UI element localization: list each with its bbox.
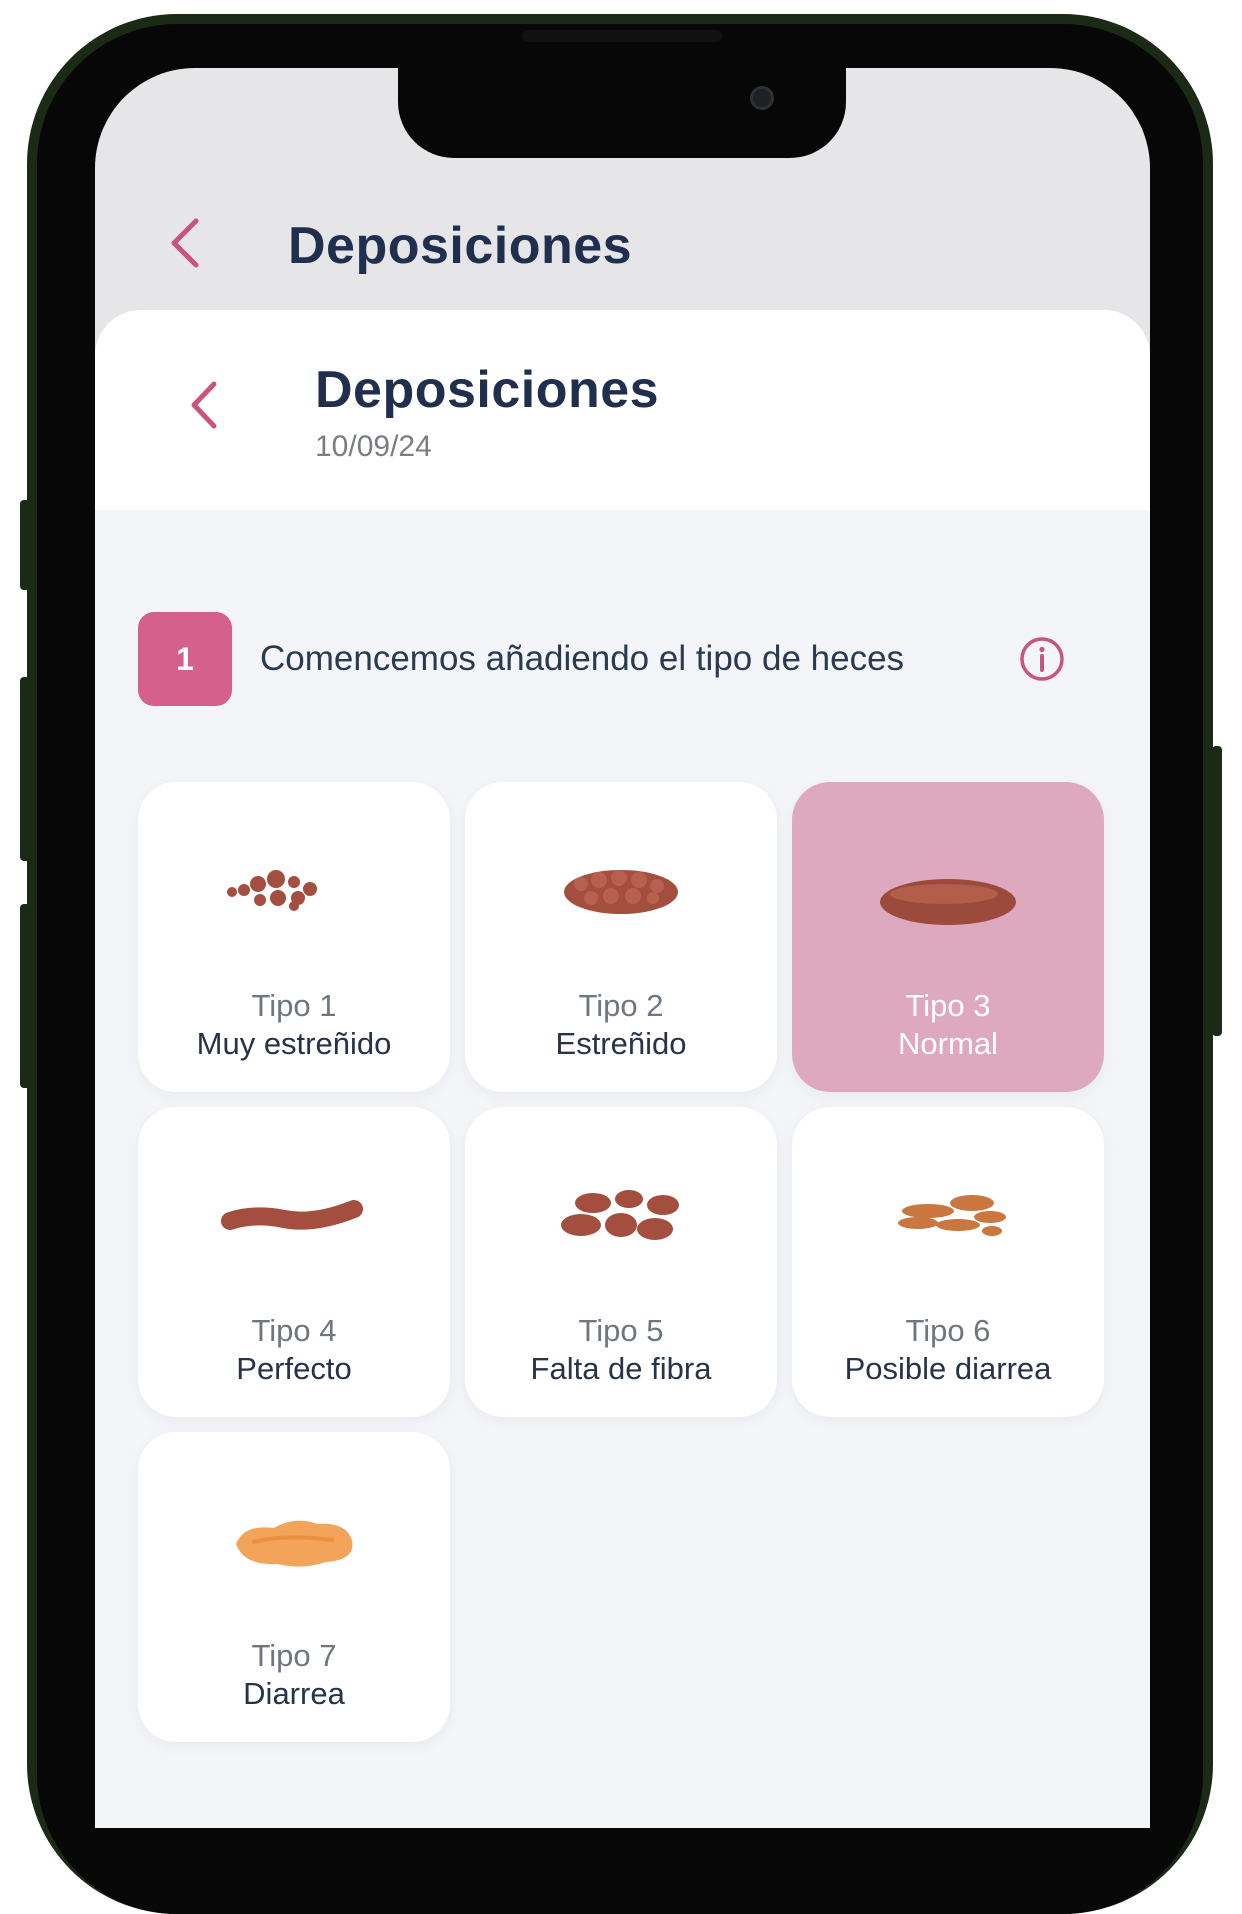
step-instruction: Comencemos añadiendo el tipo de heces — [260, 639, 905, 678]
stool-type-card-1[interactable]: Tipo 1 Muy estreñido — [138, 782, 450, 1092]
stool-type-label: Normal — [898, 1026, 998, 1061]
watery-icon — [214, 1484, 374, 1594]
lumpy-sausage-icon — [541, 834, 701, 944]
stool-type-label: Estreñido — [555, 1026, 687, 1061]
stool-type-label: Muy estreñido — [196, 1026, 392, 1061]
stool-type-number: Tipo 7 — [251, 1638, 337, 1673]
earpiece-speaker — [522, 30, 722, 42]
stool-type-grid: Tipo 1 Muy estreñido Tipo 2 Estreñido Ti… — [138, 782, 1108, 1742]
stool-type-card-6[interactable]: Tipo 6 Posible diarrea — [792, 1107, 1104, 1417]
stool-type-label: Posible diarrea — [844, 1351, 1052, 1386]
stool-type-card-3[interactable]: Tipo 3 Normal — [792, 782, 1104, 1092]
stool-type-number: Tipo 5 — [578, 1313, 664, 1348]
cracked-sausage-icon — [868, 834, 1028, 944]
stool-type-card-7[interactable]: Tipo 7 Diarrea — [138, 1432, 450, 1742]
chevron-left-icon[interactable] — [190, 380, 218, 430]
sheet-date: 10/09/24 — [315, 430, 432, 463]
chevron-left-icon[interactable] — [170, 218, 200, 268]
stool-type-label: Perfecto — [236, 1351, 352, 1386]
app-bar-title: Deposiciones — [288, 217, 633, 275]
sheet-header: Deposiciones 10/09/24 — [95, 310, 1150, 510]
phone-notch — [398, 68, 846, 158]
stool-type-label: Diarrea — [243, 1676, 345, 1711]
stool-type-label: Falta de fibra — [530, 1351, 712, 1386]
stool-type-card-2[interactable]: Tipo 2 Estreñido — [465, 782, 777, 1092]
power-button — [1212, 746, 1222, 1036]
stool-type-number: Tipo 1 — [251, 988, 337, 1023]
smooth-snake-icon — [214, 1159, 374, 1269]
stool-type-card-5[interactable]: Tipo 5 Falta de fibra — [465, 1107, 777, 1417]
stool-type-number: Tipo 6 — [905, 1313, 991, 1348]
stool-type-number: Tipo 3 — [905, 988, 991, 1023]
volume-up-button — [20, 677, 30, 861]
stool-type-number: Tipo 4 — [251, 1313, 337, 1348]
pellets-icon — [214, 834, 374, 944]
screen: Deposiciones Deposiciones 10/09/24 1 Com… — [95, 68, 1150, 1828]
sheet-title: Deposiciones — [315, 361, 660, 419]
bottom-sheet: Deposiciones 10/09/24 1 Comencemos añadi… — [95, 310, 1150, 1828]
info-circle-icon[interactable] — [1019, 636, 1065, 682]
fluffy-pieces-icon — [868, 1159, 1028, 1269]
stool-type-card-4[interactable]: Tipo 4 Perfecto — [138, 1107, 450, 1417]
step-number-badge: 1 — [138, 612, 232, 706]
soft-blobs-icon — [541, 1159, 701, 1269]
mute-switch — [20, 500, 30, 590]
volume-down-button — [20, 904, 30, 1088]
front-camera — [750, 86, 774, 110]
stool-type-number: Tipo 2 — [578, 988, 664, 1023]
